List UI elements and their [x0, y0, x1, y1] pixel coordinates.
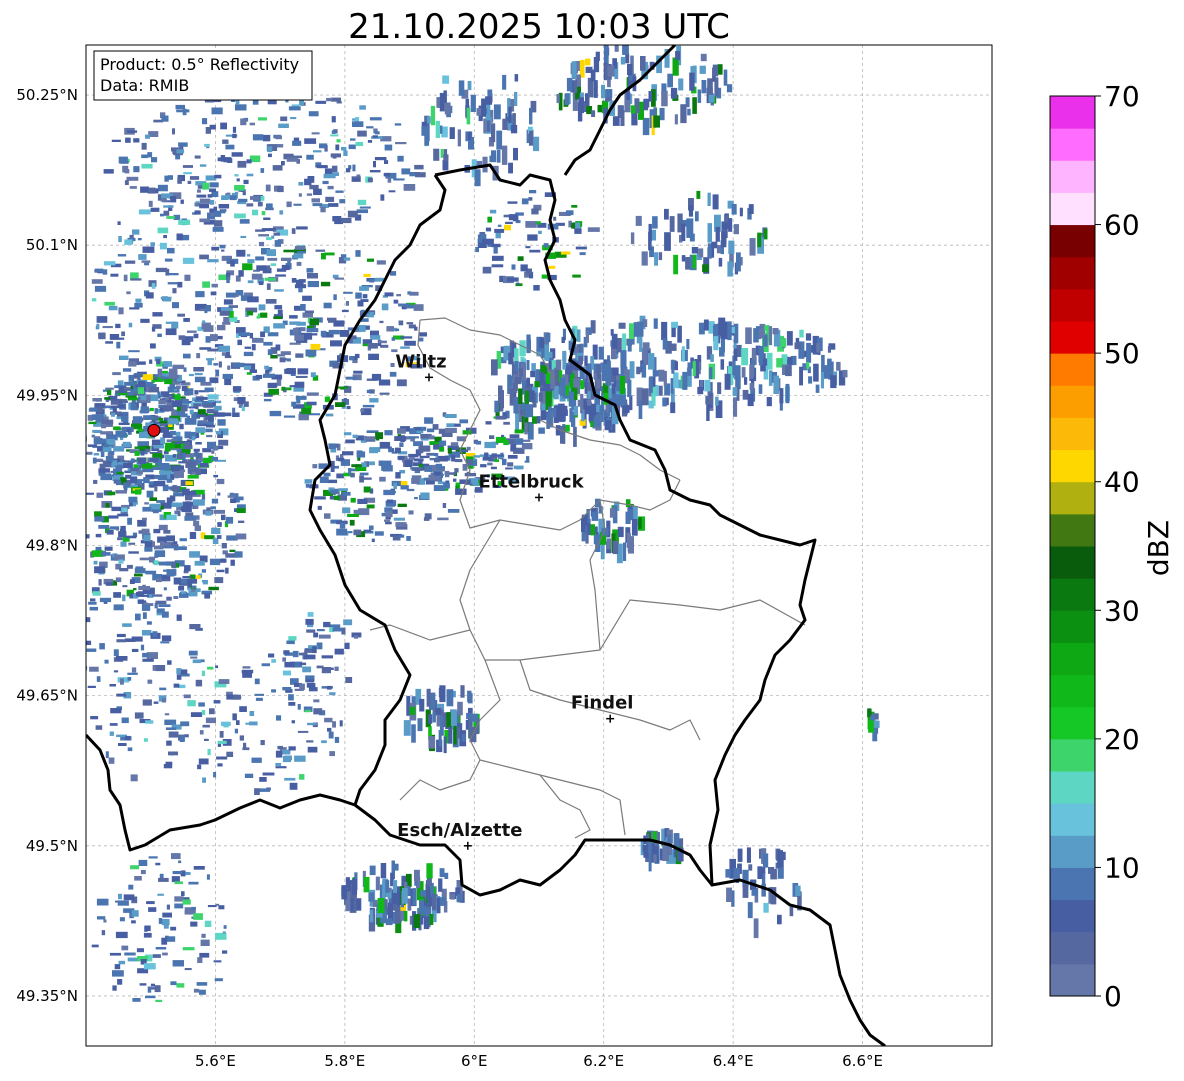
product-info-box: Product: 0.5° Reflectivity Data: RMIB	[93, 50, 313, 101]
colorbar-segment	[1050, 963, 1095, 997]
colorbar-segment	[1050, 835, 1095, 868]
colorbar-segment	[1050, 578, 1095, 611]
radar-site-marker	[147, 423, 161, 437]
lon-tick-label: 6.2°E	[583, 1052, 624, 1070]
lat-tick-label: 49.35°N	[16, 987, 78, 1005]
lon-tick-label: 6°E	[461, 1052, 488, 1070]
colorbar-segment	[1050, 642, 1095, 676]
colorbar-segment	[1050, 449, 1095, 483]
lat-tick-label: 50.25°N	[16, 86, 78, 104]
colorbar-tick-label: 60	[1104, 209, 1140, 242]
colorbar-segment	[1050, 546, 1095, 579]
colorbar-segment	[1050, 610, 1095, 643]
map-area	[86, 45, 992, 1046]
colorbar-tick-label: 50	[1104, 337, 1140, 370]
colorbar-segment	[1050, 674, 1095, 708]
colorbar-segment	[1050, 706, 1095, 740]
city-label: Wiltz	[395, 351, 446, 372]
colorbar-tick-label: 40	[1104, 466, 1140, 499]
colorbar-segment	[1050, 353, 1095, 386]
city-label: Ettelbruck	[478, 471, 584, 492]
lat-tick-label: 49.95°N	[16, 386, 78, 404]
latitude-labels: 50.25°N 50.1°N 49.95°N 49.8°N 49.65°N 49.5°N 4…	[16, 86, 78, 1005]
colorbar-segment	[1050, 192, 1095, 226]
colorbar-segment	[1050, 417, 1095, 451]
colorbar-segment	[1050, 899, 1095, 933]
map-title: 21.10.2025 10:03 UTC	[348, 7, 730, 47]
longitude-labels: 5.6°E 5.8°E 6°E 6.2°E 6.4°E 6.6°E	[195, 1052, 883, 1070]
colorbar-segment	[1050, 160, 1095, 193]
colorbar-segment	[1050, 803, 1095, 836]
colorbar-tick-label: 10	[1104, 851, 1140, 884]
lat-tick-label: 49.8°N	[26, 537, 78, 555]
lat-tick-label: 50.1°N	[26, 236, 78, 254]
city-label: Esch/Alzette	[397, 820, 522, 841]
colorbar-segment	[1050, 256, 1095, 290]
colorbar-label: dBZ	[1142, 520, 1175, 576]
colorbar-segment	[1050, 96, 1095, 129]
colorbar-segment	[1050, 321, 1095, 354]
colorbar-segment	[1050, 771, 1095, 804]
colorbar-tick-label: 70	[1104, 80, 1140, 113]
colorbar-segment	[1050, 385, 1095, 418]
city-label: Findel	[571, 693, 634, 714]
colorbar-segment	[1050, 224, 1095, 258]
lon-tick-label: 6.4°E	[713, 1052, 754, 1070]
colorbar-tick-label: 20	[1104, 723, 1140, 756]
colorbar-segment	[1050, 128, 1095, 161]
lon-tick-label: 5.8°E	[324, 1052, 365, 1070]
lon-tick-label: 5.6°E	[195, 1052, 236, 1070]
colorbar-tick-label: 0	[1104, 980, 1122, 1013]
colorbar-segment	[1050, 867, 1095, 901]
radar-figure: 21.10.2025 10:03 UTC Product: 0.5° Refle…	[16, 7, 1175, 1070]
lat-tick-label: 49.65°N	[16, 687, 78, 705]
colorbar-segment	[1050, 288, 1095, 322]
colorbar-segment	[1050, 513, 1095, 547]
data-source-label: Data: RMIB	[100, 76, 189, 95]
lon-tick-label: 6.6°E	[842, 1052, 883, 1070]
colorbar-segment	[1050, 738, 1095, 772]
product-label: Product: 0.5° Reflectivity	[100, 55, 299, 74]
colorbar: 0 10 20 30 40 50 60 70	[1049, 80, 1140, 1013]
lat-tick-label: 49.5°N	[26, 837, 78, 855]
colorbar-tick-label: 30	[1104, 594, 1140, 627]
colorbar-segment	[1050, 931, 1095, 965]
colorbar-segment	[1050, 481, 1095, 515]
